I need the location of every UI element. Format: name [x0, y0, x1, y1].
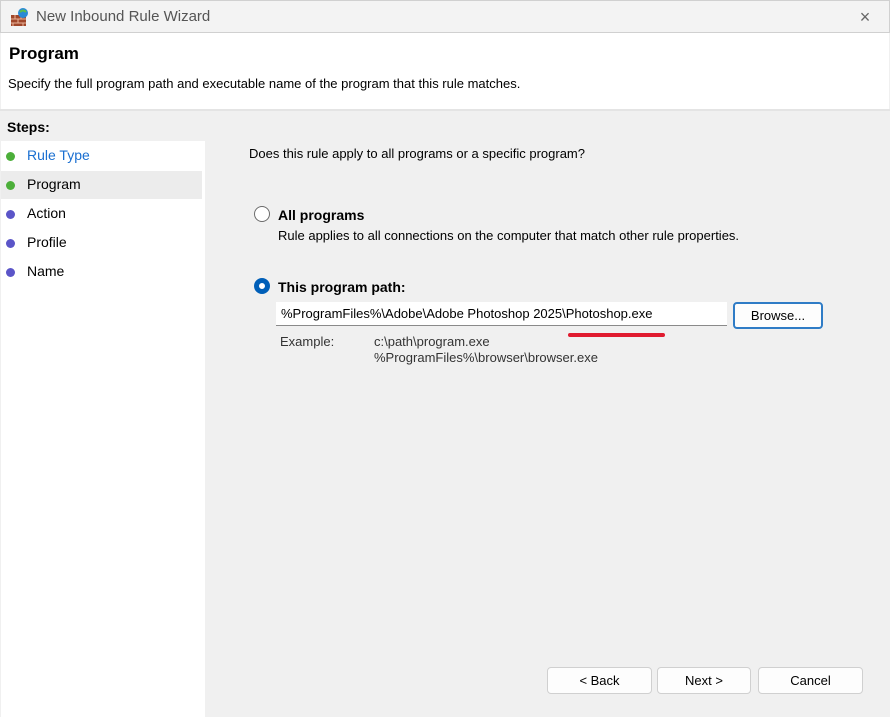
example-path-2: %ProgramFiles%\browser\browser.exe — [374, 350, 598, 365]
all-programs-description: Rule applies to all connections on the c… — [278, 228, 740, 243]
cancel-button[interactable]: Cancel — [758, 667, 863, 694]
example-path-1: c:\path\program.exe — [374, 334, 490, 349]
all-programs-label[interactable]: All programs — [278, 207, 364, 223]
close-icon[interactable]: × — [853, 5, 877, 29]
step-label: Name — [27, 263, 65, 279]
this-program-radio[interactable] — [254, 278, 270, 294]
window-title: New Inbound Rule Wizard — [36, 8, 211, 25]
title-bar: New Inbound Rule Wizard × — [0, 0, 890, 33]
step-label: Rule Type — [27, 147, 90, 163]
step-rule-type[interactable]: Rule Type — [1, 142, 205, 170]
page-title: Program — [9, 44, 79, 63]
page-header: Program Specify the full program path an… — [1, 33, 889, 109]
step-label: Profile — [27, 234, 67, 250]
step-dot-icon — [6, 181, 15, 190]
step-label: Action — [27, 205, 66, 221]
question-text: Does this rule apply to all programs or … — [249, 146, 585, 161]
example-label: Example: — [280, 334, 335, 349]
step-dot-icon — [6, 239, 15, 248]
back-button[interactable]: < Back — [547, 667, 652, 694]
firewall-icon — [11, 8, 28, 26]
step-profile: Profile — [1, 229, 205, 257]
steps-heading: Steps: — [1, 113, 205, 141]
browse-button[interactable]: Browse... — [733, 302, 823, 329]
step-dot-icon — [6, 210, 15, 219]
divider — [0, 109, 890, 111]
all-programs-radio[interactable] — [254, 206, 270, 222]
step-action: Action — [1, 200, 205, 228]
step-label: Program — [27, 176, 81, 192]
step-dot-icon — [6, 268, 15, 277]
this-program-label[interactable]: This program path: — [278, 279, 406, 295]
step-dot-icon — [6, 152, 15, 161]
next-button[interactable]: Next > — [657, 667, 751, 694]
red-underline-annotation — [568, 333, 665, 337]
step-name: Name — [1, 258, 205, 286]
step-program[interactable]: Program — [1, 171, 202, 199]
program-path-input[interactable]: %ProgramFiles%\Adobe\Adobe Photoshop 202… — [276, 302, 727, 326]
page-description: Specify the full program path and execut… — [8, 76, 521, 91]
main-pane: Does this rule apply to all programs or … — [208, 113, 889, 717]
steps-pane: Steps: Rule Type Program Action Profile … — [1, 113, 205, 717]
